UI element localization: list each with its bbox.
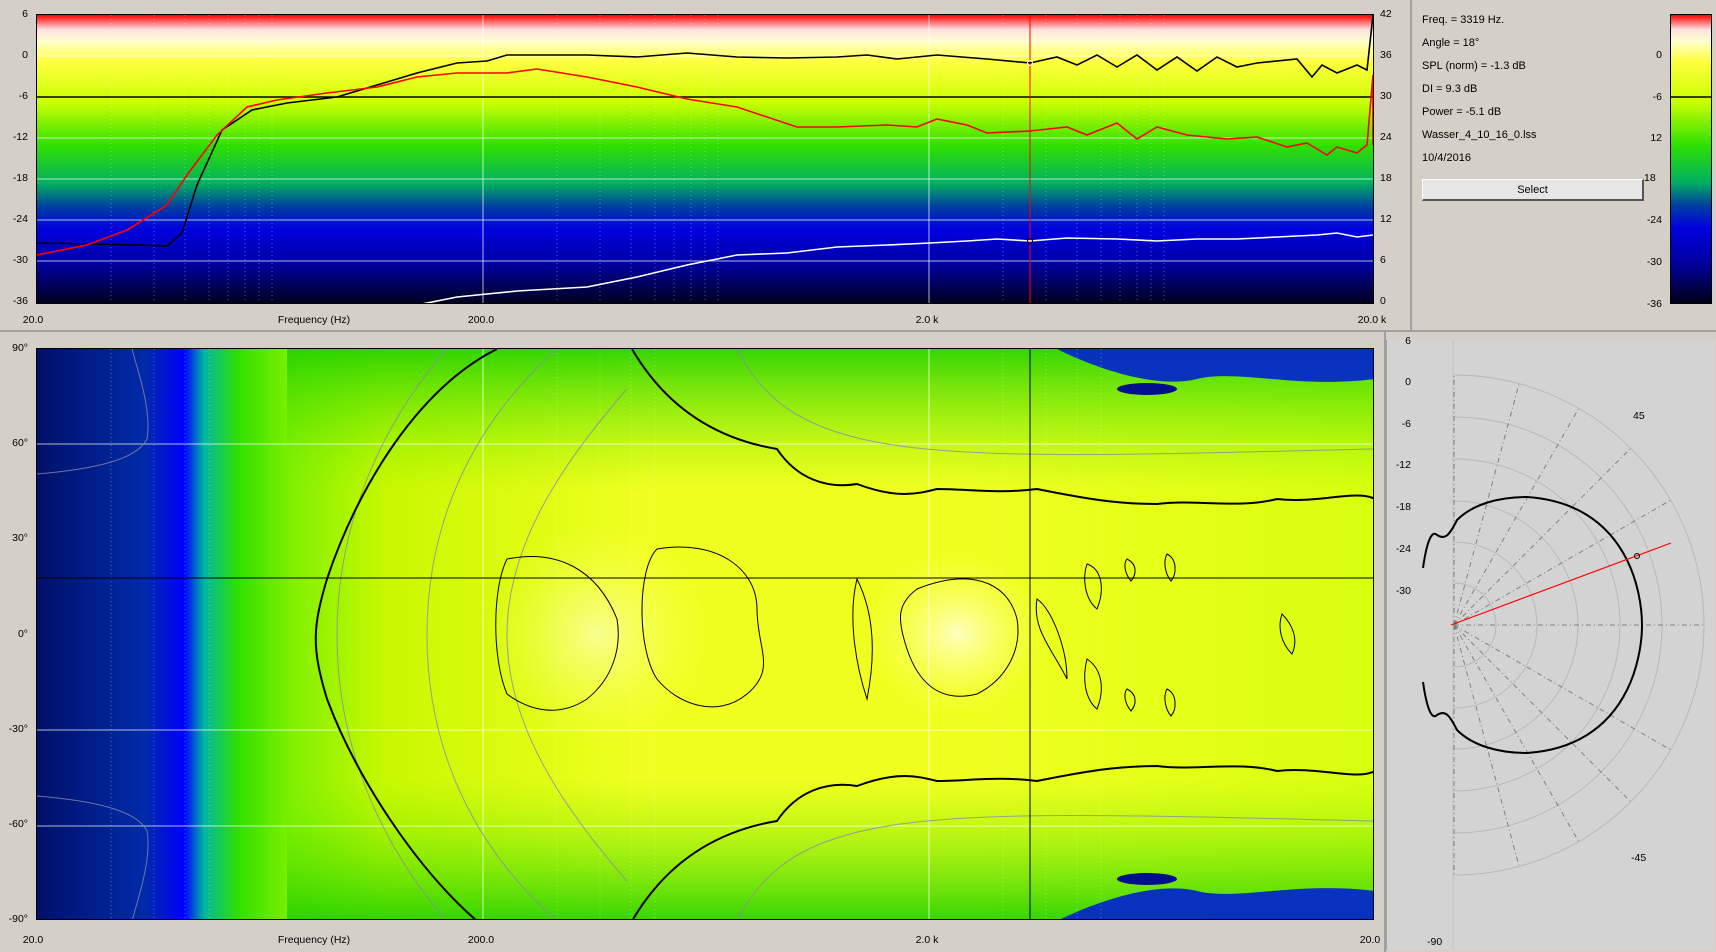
bottom-y-tick: 0°	[17, 628, 28, 640]
file-date: 10/4/2016	[1422, 152, 1471, 164]
top-y-tick: -18	[12, 172, 28, 184]
color-scale-tick: -36	[1646, 298, 1662, 310]
bottom-y-tick: 90°	[12, 342, 28, 354]
top-y2-tick: 42	[1380, 8, 1392, 20]
directivity-contour-plot[interactable]	[36, 348, 1374, 920]
color-scale-tick: -6	[1652, 91, 1662, 103]
bottom-x-tick: 200.0	[467, 934, 495, 946]
polar-radial-tick: -18	[1395, 501, 1411, 513]
color-scale-svg	[1671, 15, 1711, 303]
top-x-tick: 20.0 k	[1357, 314, 1387, 326]
directivity-contour-svg	[37, 349, 1373, 919]
top-x-tick: 20.0	[22, 314, 44, 326]
di-readout: DI = 9.3 dB	[1422, 83, 1478, 95]
polar-angle-label: -45	[1631, 852, 1647, 864]
polar-radial-tick: -12	[1395, 459, 1411, 471]
polar-angle-label: -90	[1427, 936, 1443, 948]
top-y-tick: -12	[12, 131, 28, 143]
color-scale-tick: -30	[1646, 256, 1662, 268]
top-y-tick: -30	[12, 254, 28, 266]
frequency-response-svg	[37, 15, 1373, 303]
bottom-y-tick: -60°	[8, 818, 28, 830]
bottom-x-axis-label: Frequency (Hz)	[277, 934, 351, 946]
bottom-x-tick: 20.0	[1359, 934, 1381, 946]
spl-readout: SPL (norm) = -1.3 dB	[1422, 60, 1526, 72]
bottom-y-tick: -90°	[8, 913, 28, 925]
top-x-tick: 2.0 k	[915, 314, 939, 326]
polar-plot[interactable]: 6 0 -6 -12 -18 -24 -30 45 -45 -90	[1386, 335, 1715, 950]
bottom-x-tick: 2.0 k	[915, 934, 939, 946]
color-scale-tick: 0	[1656, 49, 1662, 61]
bottom-y-tick: 60°	[12, 437, 28, 449]
polar-radial-tick: -24	[1395, 543, 1411, 555]
select-button[interactable]: Select	[1422, 179, 1644, 201]
top-y-tick: -24	[12, 213, 28, 225]
top-y-tick: 0	[22, 49, 28, 61]
top-y-tick: 6	[22, 8, 28, 20]
frequency-readout: Freq. = 3319 Hz.	[1422, 14, 1505, 26]
polar-radial-tick: 0	[1405, 376, 1411, 388]
polar-radial-tick: -6	[1401, 418, 1411, 430]
bottom-y-tick: 30°	[12, 532, 28, 544]
bottom-y-tick: -30°	[8, 723, 28, 735]
color-scale-bar	[1670, 14, 1712, 304]
top-x-tick: 200.0	[467, 314, 495, 326]
color-scale-tick: 18	[1644, 172, 1656, 184]
top-y2-tick: 0	[1380, 295, 1386, 307]
frequency-response-plot[interactable]	[36, 14, 1374, 304]
top-y2-tick: 18	[1380, 172, 1392, 184]
color-scale-tick: 12	[1650, 132, 1662, 144]
top-x-axis-label: Frequency (Hz)	[277, 314, 351, 326]
polar-angle-label: 45	[1633, 410, 1645, 422]
top-y-tick: -36	[12, 295, 28, 307]
file-name: Wasser_4_10_16_0.lss	[1422, 129, 1537, 141]
bottom-x-tick: 20.0	[22, 934, 44, 946]
polar-radial-tick: -30	[1395, 585, 1411, 597]
color-scale-tick: -24	[1646, 214, 1662, 226]
top-y-tick: -6	[18, 90, 28, 102]
angle-readout: Angle = 18°	[1422, 37, 1480, 49]
info-panel: Freq. = 3319 Hz. Angle = 18° SPL (norm) …	[1414, 8, 1714, 328]
top-y2-tick: 6	[1380, 254, 1386, 266]
top-y2-tick: 30	[1380, 90, 1392, 102]
top-y2-tick: 24	[1380, 131, 1392, 143]
power-readout: Power = -5.1 dB	[1422, 106, 1502, 118]
polar-radial-tick: 6	[1405, 335, 1411, 347]
top-y2-tick: 36	[1380, 49, 1392, 61]
top-y2-tick: 12	[1380, 213, 1392, 225]
polar-plot-svg	[1387, 340, 1705, 950]
